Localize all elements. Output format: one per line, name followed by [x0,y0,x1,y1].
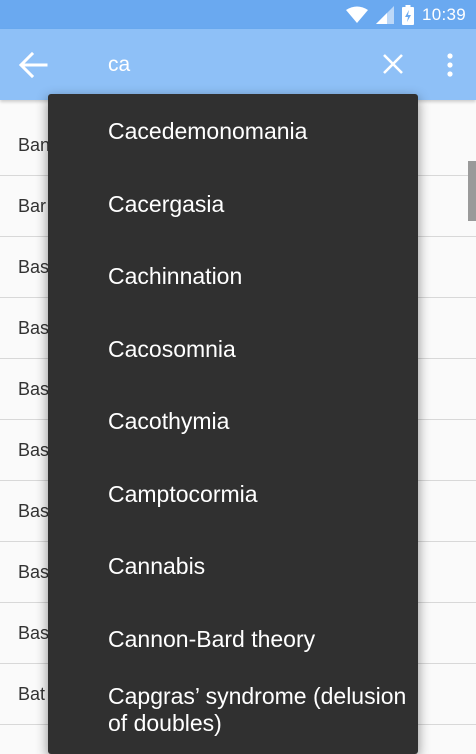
status-time: 10:39 [421,4,466,24]
signal-icon [375,5,394,24]
suggestion-item[interactable]: Cacergasia [108,191,408,218]
suggestion-item[interactable]: Capgras’ syndrome (delusion of doubles) [108,683,408,737]
suggestion-item[interactable]: Cannon-Bard theory [108,626,408,653]
suggestion-item[interactable]: Cacothymia [108,408,408,435]
suggestion-item[interactable]: Cachinnation [108,263,408,290]
search-input[interactable] [108,48,358,82]
close-icon[interactable] [381,52,405,76]
search-toolbar [0,29,476,100]
suggestion-item[interactable]: Cacedemonomania [108,118,408,145]
suggestion-item[interactable]: Cannabis [108,553,408,580]
back-arrow-icon[interactable] [18,51,48,79]
suggestion-item[interactable]: Camptocormia [108,481,408,508]
suggestions-dropdown: Cacedemonomania Cacergasia Cachinnation … [48,94,418,754]
scrollbar-thumb[interactable] [468,161,476,221]
status-bar: 10:39 [0,0,476,29]
status-icons: 10:39 [345,0,466,29]
battery-icon [401,4,414,25]
more-vert-icon[interactable] [440,51,460,79]
suggestion-item[interactable]: Cacosomnia [108,336,408,363]
wifi-icon [345,6,368,23]
